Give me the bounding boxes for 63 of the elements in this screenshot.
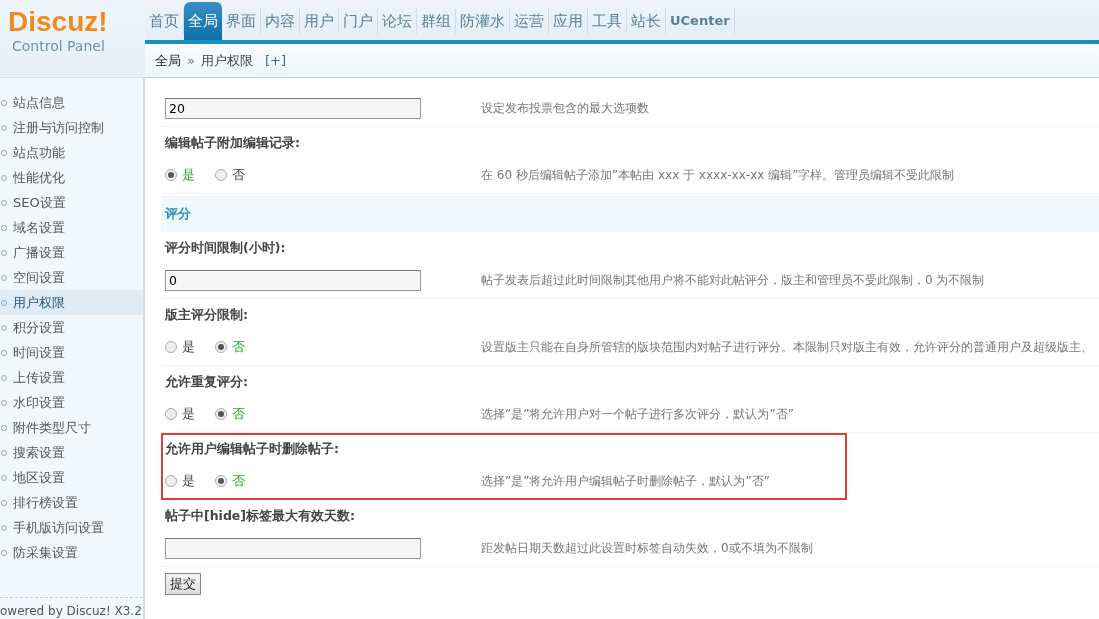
sidebar-item[interactable]: 水印设置: [0, 390, 143, 415]
nav-tab[interactable]: 应用: [549, 8, 588, 34]
setting-hint: 在 60 秒后编辑帖子添加”本帖由 xxx 于 xxxx-xx-xx 编辑”字样。管理员编辑不受此限制: [481, 167, 955, 184]
breadcrumb-separator: »: [187, 51, 195, 70]
sidebar-item[interactable]: 防采集设置: [0, 540, 143, 565]
sidebar-item[interactable]: 注册与访问控制: [0, 115, 143, 140]
sidebar-item[interactable]: 附件类型尺寸: [0, 415, 143, 440]
nav-tab[interactable]: 内容: [261, 8, 300, 34]
nav-tab[interactable]: 群组: [417, 8, 456, 34]
sidebar-item[interactable]: 积分设置: [0, 315, 143, 340]
setting-label: 允许用户编辑帖子时删除帖子:: [165, 440, 340, 459]
text-field[interactable]: 20: [165, 97, 421, 119]
sidebar-item[interactable]: 站点功能: [0, 140, 143, 165]
sidebar-item[interactable]: 搜索设置: [0, 440, 143, 465]
radio-option[interactable]: 是: [165, 404, 195, 424]
discuz-link[interactable]: Discuz!: [66, 604, 111, 618]
nav-tab[interactable]: 防灌水: [456, 8, 510, 34]
sidebar-item[interactable]: 时间设置: [0, 340, 143, 365]
sidebar-item[interactable]: SEO设置: [0, 190, 143, 215]
radio-option[interactable]: 是: [165, 337, 195, 357]
radio-option[interactable]: 否: [215, 165, 245, 185]
add-shortcut-link[interactable]: [+]: [264, 50, 286, 71]
powered-by-text: owered by: [0, 604, 64, 618]
setting-hint: 选择”是”将允许用户对一个帖子进行多次评分，默认为”否”: [481, 406, 794, 423]
setting-hint: 设置版主只能在自身所管辖的版块范围内对帖子进行评分。本限制只对版主有效，允许评分的普通用户及超级版主、: [481, 339, 1093, 356]
section-header: 评分: [161, 196, 1099, 232]
text-field[interactable]: 0: [165, 269, 421, 291]
sidebar-item[interactable]: 广播设置: [0, 240, 143, 265]
nav-tab[interactable]: UCenter: [666, 8, 735, 34]
setting-label: 编辑帖子附加编辑记录:: [165, 134, 301, 153]
logo-subtitle: Control Panel: [12, 38, 105, 54]
setting-hint: 距发帖日期天数超过此设置时标签自动失效，0或不填为不限制: [481, 540, 813, 557]
version-text: X3.2: [113, 604, 142, 618]
sidebar-item[interactable]: 用户权限: [0, 290, 143, 315]
sidebar-item[interactable]: 性能优化: [0, 165, 143, 190]
nav-tab[interactable]: 全局: [184, 2, 222, 40]
nav-tab[interactable]: 站长: [627, 8, 666, 34]
setting-label: 评分时间限制(小时):: [165, 239, 287, 258]
nav-tab[interactable]: 界面: [222, 8, 261, 34]
nav-tab[interactable]: 论坛: [378, 8, 417, 34]
sidebar-item[interactable]: 站点信息: [0, 90, 143, 115]
setting-hint: 帖子发表后超过此时间限制其他用户将不能对此帖评分，版主和管理员不受此限制，0 为不限制: [481, 272, 985, 289]
text-field[interactable]: [165, 537, 421, 559]
nav-tab[interactable]: 工具: [588, 8, 627, 34]
sidebar-item[interactable]: 空间设置: [0, 265, 143, 290]
setting-label: 帖子中[hide]标签最大有效天数:: [165, 507, 357, 526]
breadcrumb-link[interactable]: 全局: [155, 50, 181, 71]
setting-label: 允许重复评分:: [165, 373, 249, 392]
setting-label: 版主评分限制:: [165, 306, 249, 325]
setting-hint: 设定发布投票包含的最大选项数: [481, 100, 649, 117]
sidebar-item[interactable]: 地区设置: [0, 465, 143, 490]
sidebar-item[interactable]: 排行榜设置: [0, 490, 143, 515]
nav-tab[interactable]: 用户: [300, 8, 339, 34]
logo-title: Discuz!: [8, 6, 108, 38]
nav-tab[interactable]: 运营: [510, 8, 549, 34]
sidebar-item[interactable]: 上传设置: [0, 365, 143, 390]
sidebar-item[interactable]: 手机版访问设置: [0, 515, 143, 540]
radio-option[interactable]: 是: [165, 471, 195, 491]
sidebar-item[interactable]: 域名设置: [0, 215, 143, 240]
submit-button[interactable]: 提交: [165, 573, 201, 595]
nav-tab[interactable]: 门户: [339, 8, 378, 34]
breadcrumb-current: 用户权限: [200, 51, 253, 70]
setting-hint: 选择”是”将允许用户编辑帖子时删除帖子，默认为”否”: [481, 473, 770, 490]
